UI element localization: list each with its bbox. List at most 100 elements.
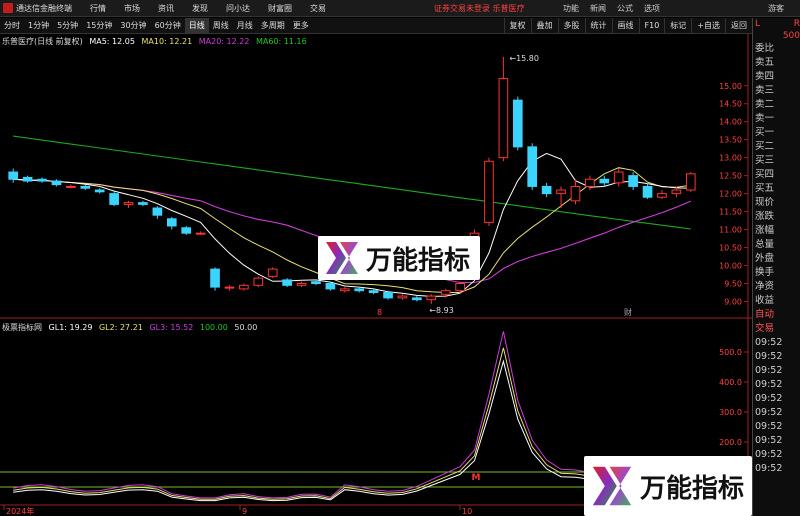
ind-tick-label: 200.0 <box>719 438 742 447</box>
quote-item: 买一 <box>755 127 775 138</box>
period-1min[interactable]: 1分钟 <box>24 18 53 34</box>
price-tick-label: 13.00 <box>719 154 742 163</box>
candle-body <box>138 202 148 205</box>
price-tick-label: 12.00 <box>719 190 742 199</box>
period-more[interactable]: 更多 <box>289 18 313 34</box>
candle-body <box>440 290 451 295</box>
candle-body <box>339 288 350 292</box>
candle-body <box>498 78 509 159</box>
period-intraday[interactable]: 分时 <box>0 18 24 34</box>
candle-body <box>123 202 134 205</box>
menu-trade[interactable]: 交易 <box>310 3 326 14</box>
candle-body <box>354 288 365 292</box>
low-label: ←8.93 <box>429 306 454 315</box>
candle-body <box>599 178 610 184</box>
tool-back[interactable]: 返回 <box>725 18 752 34</box>
quote-item: 09:52 <box>755 365 783 376</box>
quote-items: 委比 卖五 卖四 卖三 卖二 卖一 买一 买二 买三 买四 买五 现价 涨跌 涨幅 总量 外盘 换手 净资 收益 自动… <box>753 42 800 476</box>
panel-header: LR <box>755 19 800 29</box>
tool-draw[interactable]: 画线 <box>611 18 639 34</box>
period-multi[interactable]: 多周期 <box>257 18 289 34</box>
ind-tick-label: 300.0 <box>719 408 742 417</box>
menu-market[interactable]: 市场 <box>124 3 140 14</box>
ma10-value: MA10: 12.21 <box>141 37 193 46</box>
candle-body <box>556 189 566 195</box>
quote-item: 09:52 <box>755 393 783 404</box>
menu-options[interactable]: 选项 <box>644 3 660 14</box>
price-tick-label: 9.50 <box>724 280 742 289</box>
tool-stats[interactable]: 统计 <box>584 18 612 34</box>
candle-body <box>224 286 235 289</box>
chart-tools: 复权 叠加 多股 统计 画线 F10 标记 +自选 返回 <box>503 18 752 34</box>
quote-item: 09:52 <box>755 337 783 348</box>
ma20-value: MA20: 12.22 <box>198 37 250 46</box>
main-legend: 乐普医疗(日线 前复权) MA5: 12.05 MA10: 12.21 MA20… <box>2 36 311 47</box>
quote-item: 涨幅 <box>755 225 775 236</box>
period-daily[interactable]: 日线 <box>184 17 209 34</box>
ma60-value: MA60: 11.16 <box>256 37 307 46</box>
period-60min[interactable]: 60分钟 <box>151 18 185 34</box>
quote-item: 买三 <box>755 155 775 166</box>
tool-adjust[interactable]: 复权 <box>503 18 531 34</box>
candle-body <box>685 173 696 191</box>
date-tick-label: 9 <box>242 507 247 516</box>
candle-body <box>267 268 278 277</box>
gl1-value: GL1: 19.29 <box>48 323 93 332</box>
menu-ask[interactable]: 问小达 <box>226 3 250 14</box>
menu-wealth[interactable]: 财富圈 <box>268 3 292 14</box>
tool-add-favorite[interactable]: +自选 <box>691 18 725 34</box>
price-tick-label: 14.50 <box>719 100 742 109</box>
level-100: 100.00 <box>199 323 228 332</box>
user-guest[interactable]: 游客 <box>768 3 784 14</box>
candle-body <box>426 295 437 301</box>
menu-quotes[interactable]: 行情 <box>90 3 106 14</box>
period-toolbar: 分时 1分钟 5分钟 15分钟 30分钟 60分钟 日线 周线 月线 多周期 更… <box>0 17 752 34</box>
candle-body <box>66 185 76 188</box>
period-30min[interactable]: 30分钟 <box>116 18 150 34</box>
menu-discover[interactable]: 发现 <box>192 3 208 14</box>
signal-marker: M <box>472 473 481 483</box>
quote-item: 涨跌 <box>755 211 775 222</box>
ind-tick-label: 500.0 <box>719 348 742 357</box>
tool-f10[interactable]: F10 <box>638 18 665 34</box>
menu-formula[interactable]: 公式 <box>617 3 633 14</box>
quote-item: 09:52 <box>755 407 783 418</box>
candle-body <box>253 277 264 286</box>
period-monthly[interactable]: 月线 <box>233 18 257 34</box>
candle-body <box>541 185 552 195</box>
date-tick-label: 10 <box>462 507 472 516</box>
quote-item: 现价 <box>755 197 775 208</box>
panel-sub: 500 <box>782 31 800 41</box>
candle-body <box>166 218 177 227</box>
tool-mark[interactable]: 标记 <box>664 18 691 34</box>
stock-name: 乐普医疗(日线 前复权) <box>2 37 83 46</box>
gl3-value: GL3: 15.52 <box>149 323 194 332</box>
candle-body <box>412 297 422 301</box>
watermark-logo-icon <box>592 466 632 506</box>
candle-body <box>527 146 538 187</box>
menu-function[interactable]: 功能 <box>563 3 579 14</box>
candle-body <box>397 295 408 299</box>
candle-body <box>671 189 682 195</box>
gl2-value: GL2: 27.21 <box>98 323 143 332</box>
tool-multi[interactable]: 多股 <box>557 18 585 34</box>
watermark-logo-icon <box>326 242 358 274</box>
candle-body <box>325 283 336 290</box>
period-15min[interactable]: 15分钟 <box>82 18 116 34</box>
menu-news[interactable]: 资讯 <box>158 3 174 14</box>
login-warning: 证券交易未登录 乐普医疗 <box>434 4 525 13</box>
tool-overlay[interactable]: 叠加 <box>530 18 558 34</box>
candle-body <box>94 189 105 193</box>
quote-item: 外盘 <box>755 253 775 264</box>
period-weekly[interactable]: 周线 <box>209 18 233 34</box>
candle-body <box>239 284 249 290</box>
price-tick-label: 12.50 <box>719 172 742 181</box>
candle-body <box>311 281 321 285</box>
candle-body <box>628 175 638 187</box>
menu-newsflash[interactable]: 新闻 <box>590 3 606 14</box>
app-name: 通达信金融终端 <box>16 3 72 13</box>
quote-item: 净资 <box>755 281 775 292</box>
candle-body <box>642 185 653 198</box>
quote-item: 委比 <box>755 43 775 54</box>
period-5min[interactable]: 5分钟 <box>53 18 82 34</box>
